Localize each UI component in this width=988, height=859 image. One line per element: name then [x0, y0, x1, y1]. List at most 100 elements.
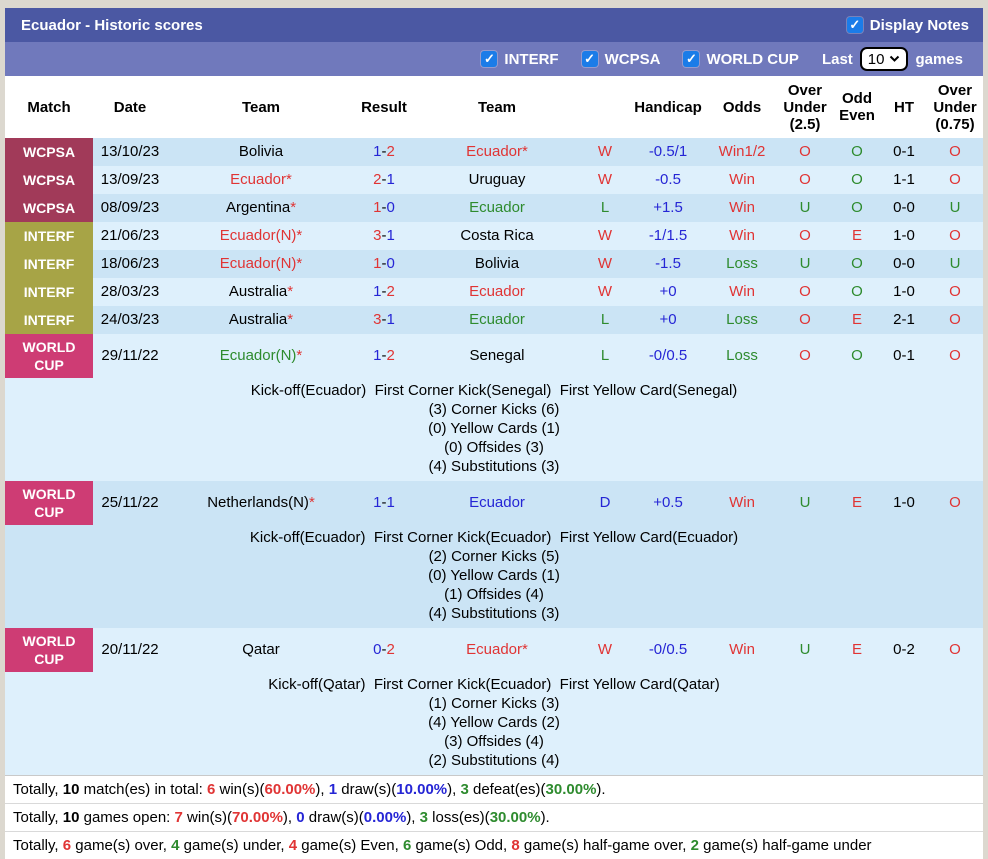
outcome-letter: W: [597, 171, 613, 188]
page-title: Ecuador - Historic scores: [21, 16, 203, 34]
odds-result: Win: [729, 199, 755, 216]
col-outcome: [581, 76, 629, 138]
col-odds: Odds: [722, 98, 762, 116]
notes-stat-line: (2) Corner Kicks (5): [428, 548, 560, 565]
summary-segment: game(s) Even,: [297, 837, 403, 854]
summary-segment: ),: [406, 809, 420, 826]
col-handicap: Handicap: [634, 98, 702, 116]
competition-label: WORLD CUP: [5, 628, 93, 672]
over-under-25-result: O: [799, 283, 811, 300]
summary-segment: games open:: [79, 809, 175, 826]
notes-stat-line: (4) Yellow Cards (2): [428, 714, 560, 731]
competition-label: WORLD CUP: [5, 334, 93, 378]
match-notes-row: Kick-off(Ecuador) First Corner Kick(Ecua…: [5, 525, 983, 628]
over-under-25-result: U: [799, 641, 811, 658]
filter-world-cup[interactable]: ✓ WORLD CUP: [683, 51, 799, 68]
notes-stat-line: (4) Substitutions (3): [428, 458, 560, 475]
notes-headline: Kick-off(Ecuador) First Corner Kick(Sene…: [250, 382, 738, 399]
summary-segment: 1: [328, 781, 338, 798]
chevron-down-icon: [890, 55, 900, 62]
away-team: Ecuador: [469, 494, 525, 511]
away-team: Uruguay: [468, 171, 526, 188]
half-time-score: 0-1: [893, 347, 915, 364]
over-under-25-result: O: [799, 311, 811, 328]
summary-segment: game(s) half-game under: [698, 837, 872, 854]
summary-segment: defeat(es)(: [468, 781, 546, 798]
over-under-25-result: O: [799, 347, 811, 364]
display-notes-toggle[interactable]: ✓ Display Notes: [846, 17, 969, 34]
odd-even-result: E: [851, 494, 862, 511]
match-row: WORLD CUP 25/11/22 Netherlands(N)* 1-1 E…: [5, 481, 983, 525]
summary-segment: 4: [288, 837, 298, 854]
summary-segment: game(s) half-game over,: [519, 837, 691, 854]
over-under-075-result: O: [949, 171, 961, 188]
home-team: Ecuador(N)*: [219, 227, 303, 244]
summary-segment: 30.00%: [545, 781, 597, 798]
notes-stat-line: (0) Yellow Cards (1): [428, 567, 560, 584]
filter-interf[interactable]: ✓ INTERF: [481, 51, 559, 68]
match-notes-row: Kick-off(Qatar) First Corner Kick(Ecuado…: [5, 672, 983, 775]
half-time-score: 1-1: [893, 171, 915, 188]
odd-even-result: O: [851, 283, 863, 300]
col-over-under-25: Over Under (2.5): [783, 81, 827, 133]
match-date: 28/03/23: [100, 283, 160, 300]
handicap-value: -0/0.5: [648, 641, 688, 658]
home-team: Netherlands(N)*: [207, 494, 315, 511]
odds-result: Win: [729, 171, 755, 188]
summary-segment: Totally,: [13, 837, 63, 854]
interf-checkbox[interactable]: ✓: [481, 51, 498, 67]
score: 1-2: [373, 347, 395, 364]
outcome-letter: D: [599, 494, 611, 511]
summary-line: Totally, 10 games open: 7 win(s)(70.00%)…: [5, 803, 983, 831]
wcpsa-checkbox[interactable]: ✓: [581, 51, 598, 67]
outcome-letter: W: [597, 143, 613, 160]
match-date: 24/03/23: [100, 311, 160, 328]
summary-line: Totally, 6 game(s) over, 4 game(s) under…: [5, 831, 983, 859]
summary-segment: ),: [447, 781, 461, 798]
match-date: 13/10/23: [100, 143, 160, 160]
summary-segment: 0: [296, 809, 305, 826]
odd-even-result: O: [851, 199, 863, 216]
match-date: 13/09/23: [100, 171, 160, 188]
over-under-25-result: U: [799, 199, 811, 216]
last-games-select[interactable]: 10: [859, 47, 909, 71]
match-row: WORLD CUP 20/11/22 Qatar 0-2 Ecuador* W …: [5, 628, 983, 672]
away-team: Senegal: [469, 347, 525, 364]
match-notes: Kick-off(Ecuador) First Corner Kick(Ecua…: [5, 525, 983, 628]
col-odd-even: Odd Even: [839, 90, 875, 124]
summary-segment: 8: [511, 837, 520, 854]
match-row: INTERF 28/03/23 Australia* 1-2 Ecuador W…: [5, 278, 983, 306]
odd-even-result: E: [851, 227, 862, 244]
half-time-score: 2-1: [893, 311, 915, 328]
score: 1-0: [373, 255, 395, 272]
half-time-score: 1-0: [893, 283, 915, 300]
col-team-home: Team: [241, 98, 281, 116]
summary-segment: 10: [62, 781, 80, 798]
handicap-value: +0.5: [653, 494, 683, 511]
home-team: Ecuador*: [230, 171, 292, 188]
summary-segment: 3: [419, 809, 428, 826]
competition-label: INTERF: [5, 278, 93, 306]
summary-segment: 10: [62, 809, 80, 826]
over-under-075-result: U: [949, 255, 961, 272]
world-cup-checkbox[interactable]: ✓: [683, 51, 700, 67]
notes-headline: Kick-off(Qatar) First Corner Kick(Ecuado…: [268, 676, 720, 693]
home-team: Ecuador(N)*: [219, 255, 303, 272]
summary-segment: ),: [282, 809, 297, 826]
over-under-075-result: O: [949, 143, 961, 160]
filter-wcpsa[interactable]: ✓ WCPSA: [581, 51, 660, 68]
half-time-score: 0-0: [893, 255, 915, 272]
odds-result: Win: [729, 494, 755, 511]
display-notes-checkbox[interactable]: ✓: [846, 17, 863, 33]
home-team: Australia*: [228, 283, 294, 300]
summary-segment: 2: [690, 837, 699, 854]
summary-segment: draw(s)(: [304, 809, 364, 826]
score: 3-1: [373, 311, 395, 328]
away-team: Ecuador: [469, 311, 525, 328]
match-notes-row: Kick-off(Ecuador) First Corner Kick(Sene…: [5, 378, 983, 481]
over-under-25-result: O: [799, 143, 811, 160]
odd-even-result: O: [851, 171, 863, 188]
away-team: Ecuador*: [466, 641, 528, 658]
over-under-075-result: O: [949, 347, 961, 364]
col-date: Date: [113, 98, 147, 116]
